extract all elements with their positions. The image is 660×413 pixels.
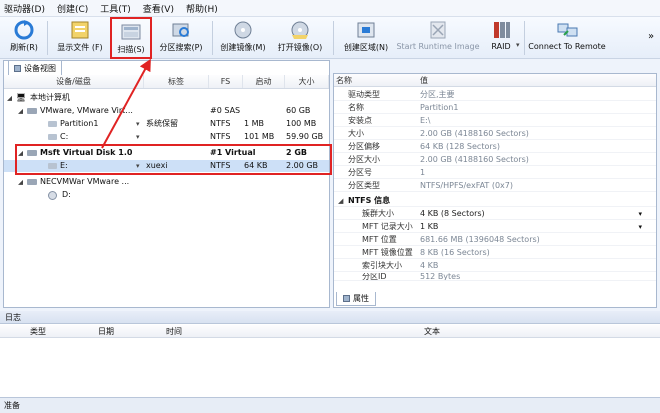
computer-icon: 🖥 — [16, 93, 27, 102]
col-size[interactable]: 大小 — [285, 75, 329, 88]
tree-row-selected[interactable]: E: ▾ xuexi NTFS 64 KB 2.00 GB — [4, 160, 329, 172]
start-runtime-image-button[interactable]: Start Runtime Image — [396, 17, 480, 59]
log-title: 日志 — [0, 311, 660, 324]
toolbar-overflow-button[interactable]: » — [648, 31, 654, 42]
col-log-time[interactable]: 时间 — [166, 326, 182, 337]
property-row: 分区号 1 — [334, 167, 656, 179]
col-fs[interactable]: FS — [209, 75, 243, 88]
tab-properties[interactable]: 属性 — [336, 292, 376, 306]
refresh-button[interactable]: 刷新(R) — [4, 17, 44, 59]
property-row: 安装点 E:\ — [334, 115, 656, 127]
tree-row[interactable]: ◢ VMware, VMware Virt... #0 SAS 60 GB — [4, 105, 329, 117]
connect-remote-icon — [556, 19, 578, 41]
col-log-date[interactable]: 日期 — [98, 326, 114, 337]
collapse-icon[interactable]: ◢ — [18, 176, 23, 188]
connect-remote-button[interactable]: Connect To Remote — [528, 17, 606, 59]
dropdown-icon[interactable]: ▾ — [638, 210, 642, 218]
show-files-button[interactable]: 显示文件 (F) — [52, 17, 108, 59]
dropdown-icon[interactable]: ▾ — [638, 223, 642, 231]
tree-row-virtual-disk[interactable]: ◢ Msft Virtual Disk 1.0 #1 Virtual 2 GB — [4, 147, 329, 159]
col-log-type[interactable]: 类型 — [30, 326, 46, 337]
property-row: 分区类型 NTFS/HPFS/exFAT (0x7) — [334, 180, 656, 192]
create-image-button[interactable]: 创建镜像(M) — [217, 17, 269, 59]
menu-drive[interactable]: 驱动器(D) — [4, 2, 45, 15]
tree-row[interactable]: D: — [4, 189, 329, 201]
log-header: 类型 日期 时间 文本 — [0, 325, 660, 338]
col-start[interactable]: 启动 — [243, 75, 285, 88]
col-name[interactable]: 名称 — [336, 75, 352, 86]
property-row: 大小 2.00 GB (4188160 Sectors) — [334, 128, 656, 140]
property-row[interactable]: 簇群大小 4 KB (8 Sectors) ▾ — [334, 208, 656, 220]
property-row[interactable]: MFT 记录大小 1 KB ▾ — [334, 221, 656, 233]
create-image-icon — [232, 19, 254, 41]
dropdown-icon[interactable]: ▾ — [136, 118, 140, 130]
property-row: MFT 位置 681.66 MB (1396048 Sectors) — [334, 234, 656, 246]
disk-icon — [27, 108, 37, 114]
col-device[interactable]: 设备/磁盘 — [4, 75, 144, 88]
device-tree-header: 设备/磁盘 标签 FS 启动 大小 — [4, 75, 329, 89]
disk-icon — [27, 150, 37, 156]
status-bar: 准备 — [0, 397, 660, 413]
tree-row[interactable]: ◢ 🖥 本地计算机 — [4, 92, 329, 104]
cdrom-drive-icon — [48, 191, 57, 200]
property-row: 名称 Partition1 — [334, 102, 656, 114]
toolbar: 刷新(R) 显示文件 (F) 扫描(S) 分区搜索(P) 创建镜像(M) 打开镜… — [0, 17, 660, 59]
col-value[interactable]: 值 — [420, 75, 428, 86]
menu-help[interactable]: 帮助(H) — [186, 2, 218, 15]
properties-header: 名称 值 — [334, 74, 656, 87]
create-region-icon — [355, 19, 377, 41]
partition-search-icon — [170, 19, 192, 41]
menu-bar: 驱动器(D) 创建(C) 工具(T) 查看(V) 帮助(H) — [0, 0, 660, 17]
cdrom-icon — [27, 179, 37, 185]
property-row: 分区ID 512 Bytes — [334, 273, 656, 281]
properties-icon — [343, 295, 350, 302]
menu-tools[interactable]: 工具(T) — [100, 2, 131, 15]
property-row: 分区大小 2.00 GB (4188160 Sectors) — [334, 154, 656, 166]
open-image-icon — [289, 19, 311, 41]
device-view-icon — [14, 64, 21, 72]
tree-row[interactable]: Partition1 ▾ 系统保留 NTFS 1 MB 100 MB — [4, 118, 329, 130]
collapse-icon[interactable]: ◢ — [338, 197, 343, 205]
refresh-icon — [13, 19, 35, 41]
property-row: 索引块大小 4 KB — [334, 260, 656, 272]
property-row: MFT 镜像位置 8 KB (16 Sectors) — [334, 247, 656, 259]
property-row: 分区偏移 64 KB (128 Sectors) — [334, 141, 656, 153]
collapse-icon[interactable]: ◢ — [18, 105, 23, 117]
collapse-icon[interactable]: ◢ — [18, 147, 23, 159]
files-icon — [69, 19, 91, 41]
tree-row[interactable]: C: ▾ NTFS 101 MB 59.90 GB — [4, 131, 329, 143]
menu-view[interactable]: 查看(V) — [143, 2, 174, 15]
scan-icon — [120, 21, 142, 43]
dropdown-icon[interactable]: ▾ — [136, 131, 140, 143]
collapse-icon[interactable]: ◢ — [7, 92, 12, 104]
partition-search-button[interactable]: 分区搜索(P) — [156, 17, 206, 59]
runtime-image-icon — [427, 19, 449, 41]
partition-icon — [48, 121, 57, 127]
col-label[interactable]: 标签 — [144, 75, 209, 88]
partition-icon — [48, 134, 57, 140]
tree-row[interactable]: ◢ NECVMWar VMware ... — [4, 176, 329, 188]
open-image-button[interactable]: 打开镜像(O) — [274, 17, 326, 59]
tab-device-view[interactable]: 设备视图 — [8, 60, 62, 75]
property-row: 驱动类型 分区,主要 — [334, 89, 656, 101]
dropdown-icon[interactable]: ▾ — [136, 160, 140, 172]
scan-button[interactable]: 扫描(S) — [110, 17, 152, 59]
create-region-button[interactable]: 创建区域(N) — [338, 17, 394, 59]
raid-button[interactable]: RAID — [486, 17, 516, 59]
raid-dropdown-icon[interactable]: ▾ — [516, 41, 520, 49]
col-log-text[interactable]: 文本 — [424, 326, 440, 337]
partition-icon — [48, 163, 57, 169]
raid-icon — [490, 19, 512, 41]
menu-create[interactable]: 创建(C) — [57, 2, 88, 15]
ntfs-section-header[interactable]: ◢ NTFS 信息 — [334, 195, 656, 207]
